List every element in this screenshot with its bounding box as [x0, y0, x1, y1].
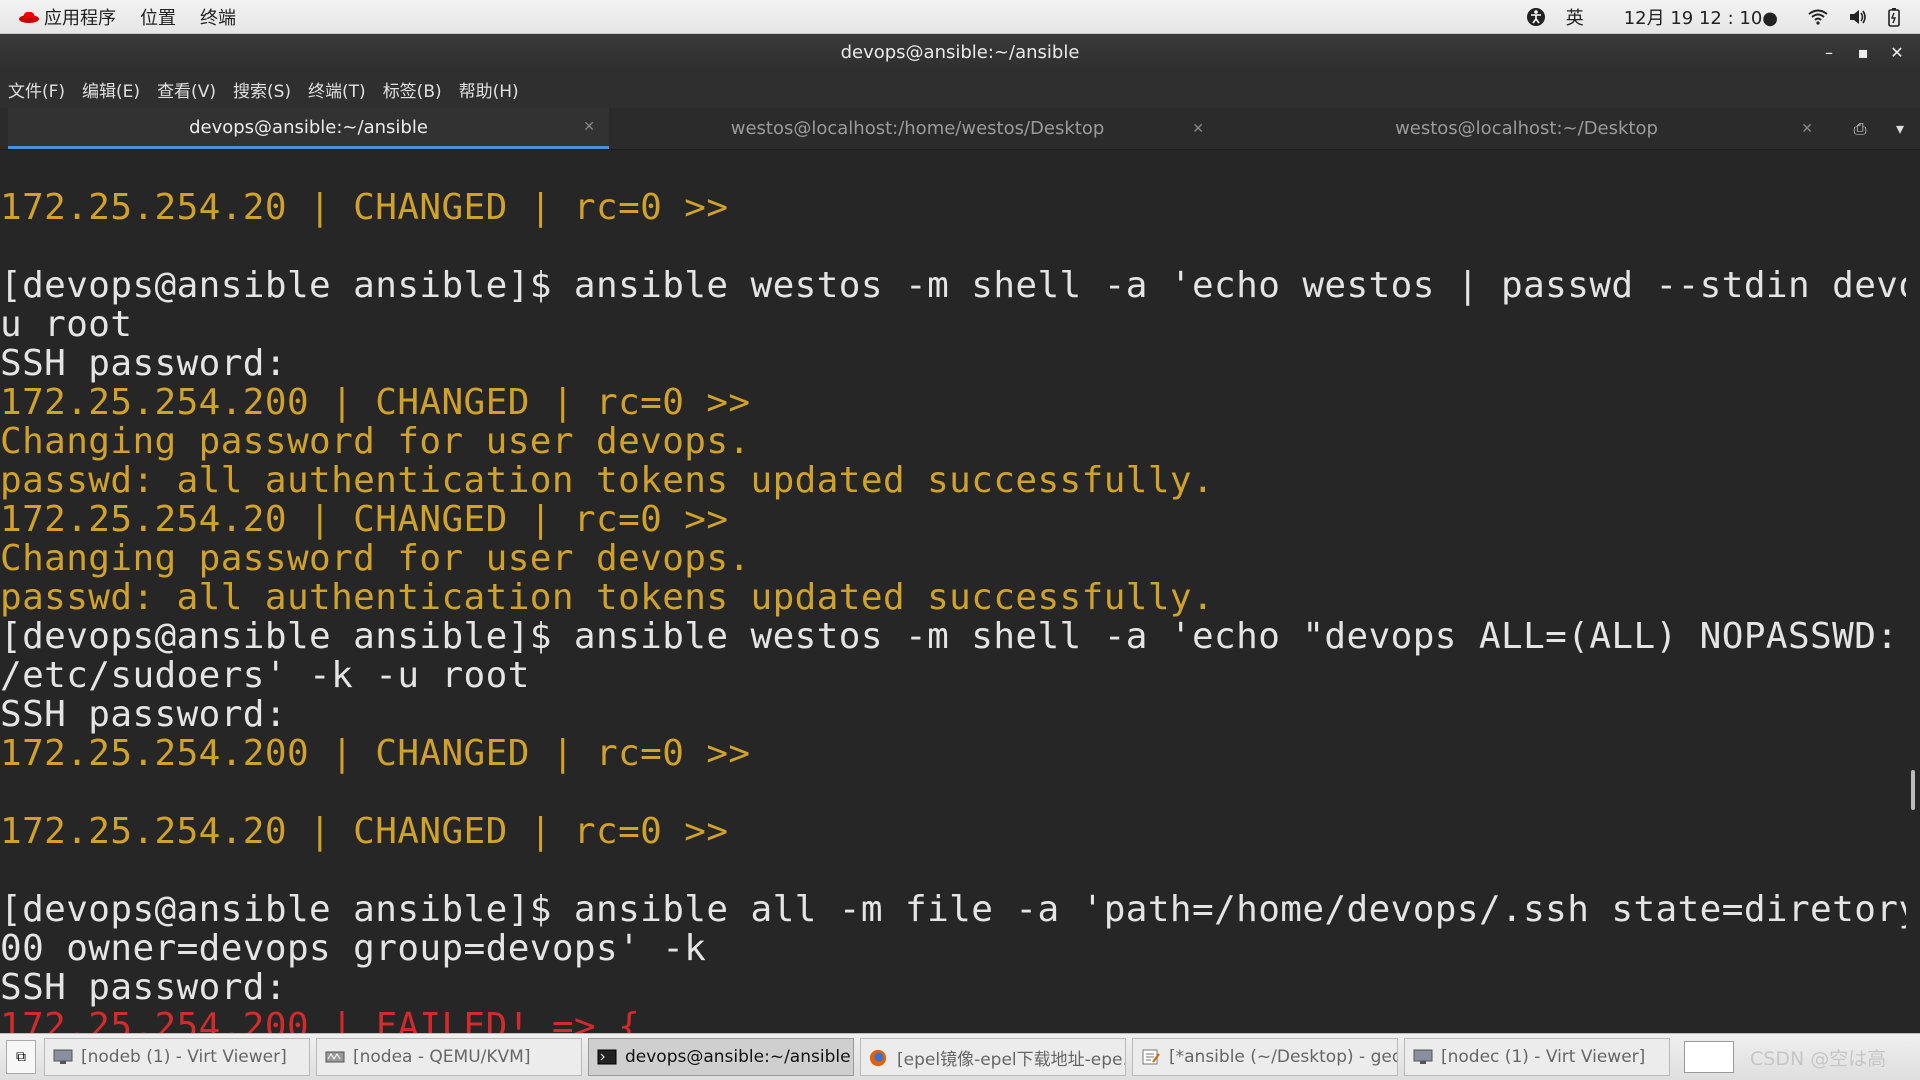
taskbar-button-label: [epel镜像-epel下载地址-epe… — [897, 1049, 1126, 1070]
top-panel: 应用程序 位置 终端 英 12月 19 12 : 10● — [0, 0, 1920, 34]
accessibility-icon[interactable] — [1516, 0, 1556, 33]
terminal-app-menu[interactable]: 终端 — [190, 0, 250, 33]
taskbar-button-label: [nodeb (1) - Virt Viewer] — [81, 1047, 287, 1067]
taskbar-button[interactable]: [nodeb (1) - Virt Viewer] — [44, 1038, 310, 1076]
menu-search[interactable]: 搜索(S) — [233, 77, 300, 102]
input-method-indicator[interactable]: 英 — [1556, 0, 1594, 33]
menu-help[interactable]: 帮助(H) — [459, 77, 528, 102]
watermark: CSDN @空は高 — [1750, 1047, 1887, 1070]
taskbar-button-label: devops@ansible:~/ansible — [625, 1047, 851, 1067]
tab-westos-home-desktop[interactable]: westos@localhost:/home/westos/Desktop ✕ — [617, 108, 1218, 149]
tab-close-icon[interactable]: ✕ — [1192, 121, 1204, 137]
taskbar-button[interactable]: [nodec (1) - Virt Viewer] — [1404, 1038, 1670, 1076]
taskbar-button[interactable]: [nodea - QEMU/KVM] — [316, 1038, 582, 1076]
terminal-line: /etc/sudoers' -k -u root — [0, 655, 530, 696]
window-title: devops@ansible:~/ansible — [840, 41, 1080, 63]
taskbar-button-label: [nodea - QEMU/KVM] — [353, 1047, 531, 1067]
menu-edit[interactable]: 编辑(E) — [82, 77, 149, 102]
terminal-line: passwd: all authentication tokens update… — [0, 460, 1215, 501]
taskbar-button-label: [*ansible (~/Desktop) - gedit] — [1169, 1047, 1398, 1067]
scrollbar-thumb[interactable] — [1911, 770, 1915, 810]
applications-menu[interactable]: 应用程序 — [0, 0, 130, 33]
applications-label: 应用程序 — [44, 7, 116, 29]
taskbar-button[interactable]: [epel镜像-epel下载地址-epe… — [860, 1038, 1126, 1076]
volume-icon[interactable] — [1838, 0, 1878, 33]
new-tab-icon[interactable]: ⎙ — [1840, 119, 1880, 139]
terminal-line: [devops@ansible ansible]$ ansible westos… — [0, 616, 1906, 657]
minimize-icon[interactable]: – — [1812, 43, 1846, 62]
tab-label: westos@localhost:~/Desktop — [1395, 118, 1658, 139]
datetime-label: 12月 19 12 : 10● — [1623, 7, 1778, 29]
taskbar-button[interactable]: [*ansible (~/Desktop) - gedit] — [1132, 1038, 1398, 1076]
show-desktop-icon[interactable]: ⧉ — [6, 1040, 36, 1074]
menu-view[interactable]: 查看(V) — [157, 77, 225, 102]
maximize-icon[interactable]: ▪ — [1846, 43, 1880, 62]
window-titlebar[interactable]: devops@ansible:~/ansible – ▪ ✕ — [0, 34, 1920, 70]
redhat-logo-icon — [19, 11, 39, 23]
tab-close-icon[interactable]: ✕ — [1801, 121, 1813, 137]
terminal-line: SSH password: — [0, 694, 287, 735]
terminal-line: [devops@ansible ansible]$ ansible westos… — [0, 265, 1906, 306]
wifi-icon[interactable] — [1798, 0, 1838, 33]
terminal-line: 172.25.254.200 | CHANGED | rc=0 >> — [0, 733, 751, 774]
tab-close-icon[interactable]: ✕ — [583, 119, 595, 135]
places-label: 位置 — [140, 7, 176, 29]
menu-tabs[interactable]: 标签(B) — [383, 77, 451, 102]
terminal-line: SSH password: — [0, 967, 287, 1008]
terminal-scrollbar[interactable] — [1906, 150, 1920, 1033]
monitor-icon — [53, 1049, 73, 1065]
terminal-line: 172.25.254.200 | FAILED! => { — [0, 1006, 641, 1033]
places-menu[interactable]: 位置 — [130, 0, 190, 33]
text-editor-icon — [1141, 1049, 1161, 1065]
close-icon[interactable]: ✕ — [1880, 43, 1914, 62]
tab-westos-desktop[interactable]: westos@localhost:~/Desktop ✕ — [1226, 108, 1827, 149]
taskbar: ⧉ [nodeb (1) - Virt Viewer] [nodea - QEMU… — [0, 1033, 1920, 1080]
terminal-line: Changing password for user devops. — [0, 538, 751, 579]
workspace-switcher[interactable] — [1684, 1041, 1734, 1073]
terminal-app-label: 终端 — [200, 7, 236, 29]
tab-devops-ansible[interactable]: devops@ansible:~/ansible ✕ — [8, 108, 609, 149]
tab-label: westos@localhost:/home/westos/Desktop — [730, 118, 1105, 139]
clock[interactable]: 12月 19 12 : 10● — [1594, 0, 1798, 33]
terminal-line: 172.25.254.20 | CHANGED | rc=0 >> — [0, 811, 729, 852]
terminal-line: 172.25.254.20 | CHANGED | rc=0 >> — [0, 187, 729, 228]
terminal-line: 172.25.254.200 | CHANGED | rc=0 >> — [0, 382, 751, 423]
tab-bar: devops@ansible:~/ansible ✕ westos@localh… — [0, 108, 1920, 150]
terminal-icon — [597, 1049, 617, 1065]
terminal-line: [devops@ansible ansible]$ ansible all -m… — [0, 889, 1906, 930]
menubar: 文件(F) 编辑(E) 查看(V) 搜索(S) 终端(T) 标签(B) 帮助(H… — [0, 70, 1920, 108]
terminal-line: 172.25.254.20 | CHANGED | rc=0 >> — [0, 499, 729, 540]
terminal-output[interactable]: 172.25.254.20 | CHANGED | rc=0 >> [devops… — [0, 150, 1906, 1033]
vm-icon — [325, 1049, 345, 1065]
monitor-icon — [1413, 1049, 1433, 1065]
taskbar-button[interactable]: devops@ansible:~/ansible — [588, 1038, 854, 1076]
terminal-line: passwd: all authentication tokens update… — [0, 577, 1215, 618]
menu-terminal[interactable]: 终端(T) — [308, 77, 375, 102]
terminal-line: 00 owner=devops group=devops' -k — [0, 928, 707, 969]
firefox-icon — [869, 1049, 889, 1067]
tab-label: devops@ansible:~/ansible — [189, 116, 428, 138]
taskbar-button-label: [nodec (1) - Virt Viewer] — [1441, 1047, 1646, 1067]
terminal-line: Changing password for user devops. — [0, 421, 751, 462]
battery-icon[interactable] — [1878, 0, 1910, 33]
menu-file[interactable]: 文件(F) — [8, 77, 74, 102]
tab-list-dropdown-icon[interactable]: ▾ — [1880, 119, 1920, 138]
terminal-line: u root — [0, 304, 133, 345]
input-method-label: 英 — [1565, 7, 1584, 29]
terminal-line: SSH password: — [0, 343, 287, 384]
